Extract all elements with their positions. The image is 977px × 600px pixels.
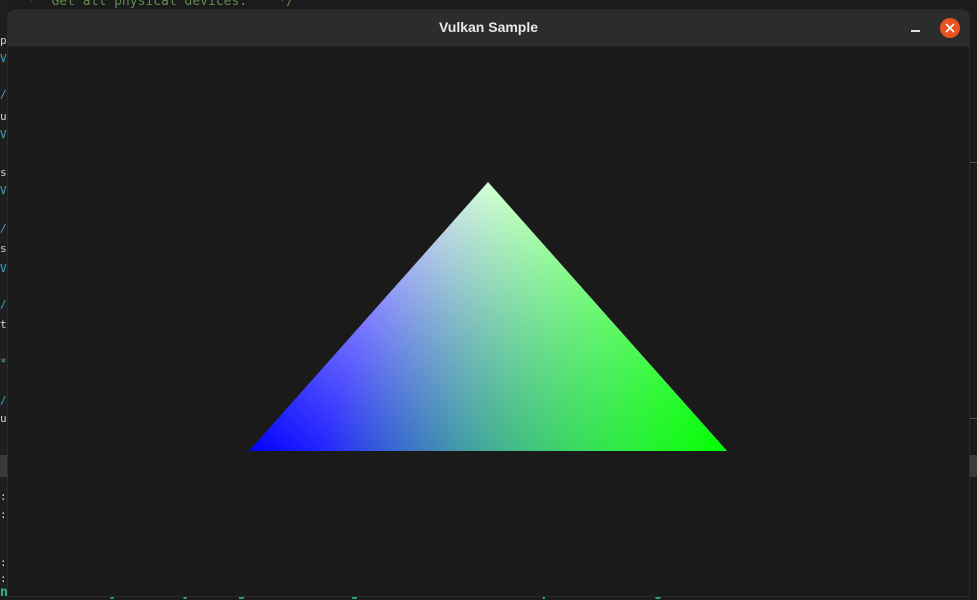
- editor-divider: [968, 418, 977, 419]
- minimize-button[interactable]: [905, 18, 925, 38]
- window-title: Vulkan Sample: [438, 19, 539, 35]
- editor-divider: [968, 162, 977, 163]
- vulkan-sample-window[interactable]: Vulkan Sample: [8, 10, 969, 596]
- gutter-mark: :: [0, 556, 7, 569]
- window-titlebar[interactable]: Vulkan Sample: [8, 10, 969, 47]
- gutter-mark: :: [0, 490, 7, 503]
- gutter-mark: :: [0, 508, 7, 521]
- close-button[interactable]: [940, 18, 960, 38]
- editor-scroll-marker: [969, 455, 977, 477]
- render-canvas: [249, 182, 727, 451]
- minimize-icon: [910, 30, 920, 32]
- render-surface[interactable]: [8, 47, 969, 596]
- close-icon: [945, 23, 955, 33]
- gutter-mark: :: [0, 572, 7, 585]
- triangle-green-blend: [249, 182, 727, 451]
- editor-comment-line: * Get all physical devices. */: [28, 0, 295, 9]
